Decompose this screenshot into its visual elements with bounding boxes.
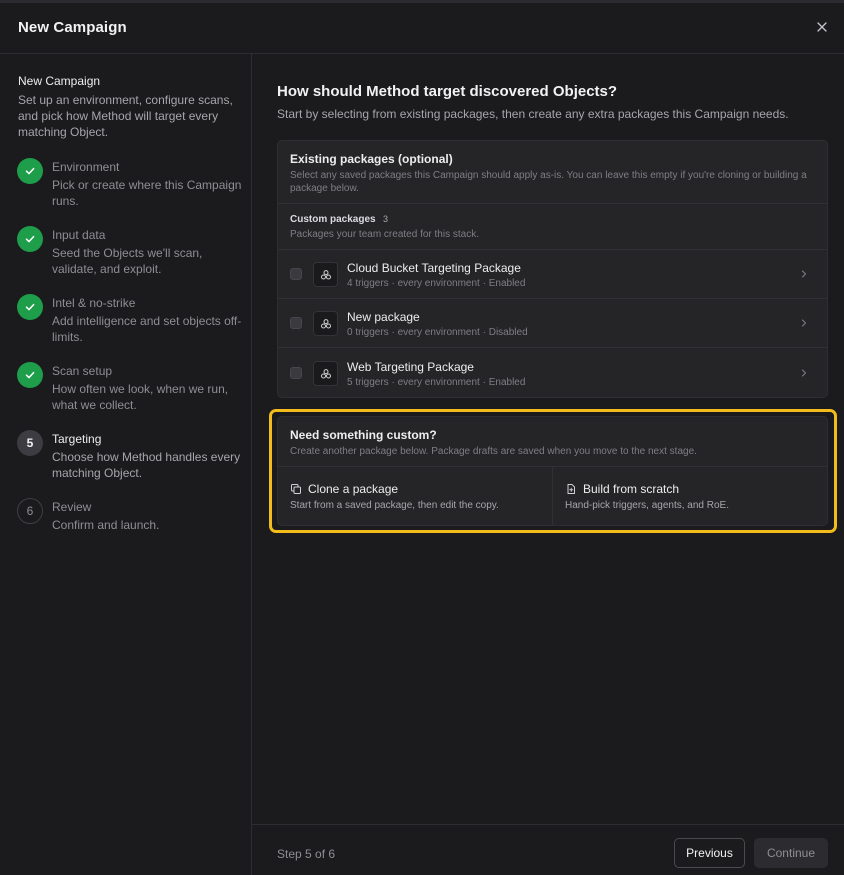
package-icon-container	[313, 311, 338, 336]
step-label: Targeting	[52, 432, 102, 446]
close-button[interactable]	[812, 17, 832, 37]
package-icon-container	[313, 361, 338, 386]
package-meta: 4 triggers · every environment · Enabled	[347, 278, 526, 289]
page-title: How should Method target discovered Obje…	[277, 83, 618, 100]
existing-packages-description: Select any saved packages this Campaign …	[290, 170, 807, 194]
clone-package-label: Clone a package	[308, 482, 399, 496]
custom-packages-title: Custom packages	[290, 214, 376, 225]
step-environment[interactable]: Environment Pick or create where this Ca…	[17, 156, 242, 216]
step-number-badge: 6	[17, 498, 43, 524]
step-complete-badge	[17, 362, 43, 388]
build-from-scratch-description: Hand-pick triggers, agents, and RoE.	[565, 500, 729, 511]
custom-packages-description: Packages your team created for this stac…	[290, 229, 479, 240]
step-description: Choose how Method handles every matching…	[52, 450, 241, 480]
previous-button[interactable]: Previous	[674, 838, 745, 868]
package-checkbox[interactable]	[290, 268, 302, 280]
copy-icon	[291, 484, 301, 494]
chevron-right-icon	[801, 319, 807, 327]
step-label: Review	[52, 500, 92, 514]
step-label: Intel & no-strike	[52, 296, 136, 310]
sidebar-description: Set up an environment, configure scans, …	[18, 93, 233, 139]
new-file-icon	[567, 484, 575, 494]
package-checkbox[interactable]	[290, 367, 302, 379]
step-description: Add intelligence and set objects off-lim…	[52, 314, 242, 344]
package-name: Cloud Bucket Targeting Package	[347, 261, 521, 275]
targeting-panel: How should Method target discovered Obje…	[252, 54, 844, 824]
custom-package-header: Need something custom? Create another pa…	[278, 417, 827, 467]
existing-packages-card: Existing packages (optional) Select any …	[277, 140, 828, 398]
package-row-web-targeting[interactable]: Web Targeting Package 5 triggers · every…	[278, 349, 827, 397]
build-from-scratch-label: Build from scratch	[583, 482, 680, 496]
package-row-cloud-bucket[interactable]: Cloud Bucket Targeting Package 4 trigger…	[278, 250, 827, 299]
check-icon	[25, 303, 35, 311]
modal-header: New Campaign	[0, 3, 844, 54]
package-row-new-package[interactable]: New package 0 triggers · every environme…	[278, 299, 827, 348]
custom-package-description: Create another package below. Package dr…	[290, 446, 697, 457]
step-targeting[interactable]: 5 Targeting Choose how Method handles ev…	[17, 428, 242, 488]
package-name: New package	[347, 310, 420, 324]
custom-package-card: Need something custom? Create another pa…	[277, 416, 828, 526]
package-icon-container	[313, 262, 338, 287]
build-from-scratch-option[interactable]: Build from scratch Hand-pick triggers, a…	[553, 467, 827, 525]
custom-package-title: Need something custom?	[290, 428, 437, 442]
chevron-right-icon	[801, 369, 807, 377]
step-scan-setup[interactable]: Scan setup How often we look, when we ru…	[17, 360, 242, 420]
step-description: Seed the Objects we'll scan, validate, a…	[52, 246, 203, 276]
sidebar-title: New Campaign	[18, 74, 101, 88]
step-complete-badge	[17, 294, 43, 320]
existing-packages-header: Existing packages (optional) Select any …	[278, 141, 827, 204]
step-label: Input data	[52, 228, 106, 242]
package-meta: 5 triggers · every environment · Enabled	[347, 377, 526, 388]
clone-package-option[interactable]: Clone a package Start from a saved packa…	[278, 467, 553, 525]
stepper-sidebar: New Campaign Set up an environment, conf…	[0, 54, 252, 875]
check-icon	[25, 235, 35, 243]
clone-package-description: Start from a saved package, then edit th…	[290, 500, 499, 511]
package-cluster-icon	[320, 368, 331, 378]
step-label: Environment	[52, 160, 120, 174]
package-name: Web Targeting Package	[347, 360, 474, 374]
continue-button[interactable]: Continue	[754, 838, 828, 868]
package-meta: 0 triggers · every environment · Disable…	[347, 327, 528, 338]
step-label: Scan setup	[52, 364, 113, 378]
check-icon	[25, 167, 35, 175]
package-cluster-icon	[320, 318, 331, 328]
step-description: Pick or create where this Campaign runs.	[52, 178, 242, 208]
package-cluster-icon	[320, 269, 331, 279]
step-intel-no-strike[interactable]: Intel & no-strike Add intelligence and s…	[17, 292, 242, 352]
step-description: How often we look, when we run, what we …	[52, 382, 229, 412]
step-complete-badge	[17, 226, 43, 252]
step-complete-badge	[17, 158, 43, 184]
custom-packages-group-header: Custom packages 3 Packages your team cre…	[278, 204, 827, 250]
custom-packages-count: 3	[383, 214, 389, 224]
step-input-data[interactable]: Input data Seed the Objects we'll scan, …	[17, 224, 242, 284]
chevron-right-icon	[801, 270, 807, 278]
step-number-badge: 5	[17, 430, 43, 456]
check-icon	[25, 371, 35, 379]
page-subtitle: Start by selecting from existing package…	[277, 107, 789, 121]
step-review[interactable]: 6 Review Confirm and launch.	[17, 496, 242, 556]
existing-packages-title: Existing packages (optional)	[290, 152, 453, 166]
modal-footer: Step 5 of 6 Previous Continue	[252, 824, 844, 875]
package-checkbox[interactable]	[290, 317, 302, 329]
close-icon	[817, 22, 827, 32]
modal-title: New Campaign	[18, 19, 127, 36]
step-description: Confirm and launch.	[52, 518, 160, 532]
step-progress-text: Step 5 of 6	[277, 847, 336, 861]
